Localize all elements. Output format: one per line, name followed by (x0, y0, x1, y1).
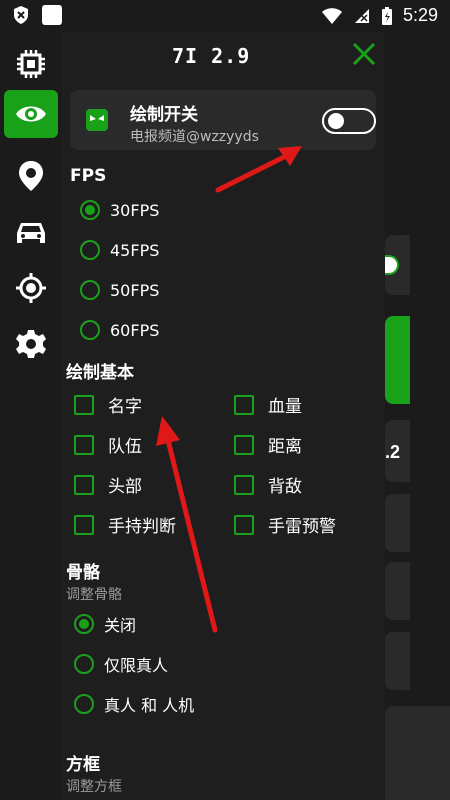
checkbox-label: 背敌 (268, 477, 302, 497)
check-health[interactable]: 血量 (234, 392, 302, 417)
fps-option-45[interactable]: 45FPS (80, 240, 159, 260)
checkbox[interactable] (74, 394, 94, 415)
eye-icon (16, 106, 46, 122)
checkbox[interactable] (234, 514, 254, 535)
peek-card (385, 562, 410, 620)
gear-icon (16, 330, 46, 358)
app-logo-icon (86, 109, 108, 131)
peek-card (385, 632, 410, 690)
radio-label: 真人 和 人机 (104, 696, 195, 715)
crosshair-icon (16, 273, 46, 303)
checkbox-label: 血量 (268, 397, 302, 417)
radio[interactable] (80, 320, 100, 340)
draw-toggle-subtitle: 电报频道@wzzyyds (130, 129, 259, 145)
radio-label: 50FPS (110, 280, 160, 300)
shield-icon (14, 6, 28, 24)
sidebar (0, 40, 62, 800)
radio-selected[interactable] (74, 614, 94, 634)
radio-selected[interactable] (80, 200, 100, 220)
notification-icon (42, 5, 62, 25)
radio[interactable] (80, 280, 100, 300)
check-grenade-warning[interactable]: 手雷预警 (234, 512, 336, 537)
checkbox-label: 手雷预警 (268, 517, 336, 537)
fps-heading: FPS (70, 166, 107, 186)
check-behind-enemy[interactable]: 背敌 (234, 472, 302, 497)
draw-basic-heading: 绘制基本 (66, 363, 134, 383)
checkbox[interactable] (74, 514, 94, 535)
radio[interactable] (74, 694, 94, 714)
sidebar-item-chip[interactable] (4, 40, 58, 88)
peek-text: .2 (385, 442, 401, 462)
radio-label: 45FPS (110, 240, 160, 260)
checkbox[interactable] (74, 434, 94, 455)
check-head[interactable]: 头部 (74, 472, 142, 497)
skeleton-option-players[interactable]: 仅限真人 (74, 652, 168, 676)
check-held-item[interactable]: 手持判断 (74, 512, 176, 537)
peek-card (385, 494, 410, 552)
peek-card (385, 706, 450, 800)
radio[interactable] (74, 654, 94, 674)
radio-label: 30FPS (110, 200, 160, 220)
signal-icon (354, 8, 369, 23)
check-team[interactable]: 队伍 (74, 432, 142, 457)
radio-label: 关闭 (104, 616, 137, 635)
status-bar: 5:29 (0, 0, 450, 32)
car-icon (17, 223, 45, 243)
wifi-icon (321, 7, 342, 24)
checkbox[interactable] (234, 394, 254, 415)
background-content: .2 (385, 0, 450, 800)
panel-title: 7I 2.9 (172, 44, 251, 68)
sidebar-item-aim[interactable] (4, 264, 58, 312)
checkbox-label: 队伍 (108, 437, 142, 457)
draw-toggle-title: 绘制开关 (130, 105, 198, 125)
checkbox-label: 头部 (108, 477, 142, 497)
chip-icon (17, 50, 45, 78)
check-distance[interactable]: 距离 (234, 432, 302, 457)
radio[interactable] (80, 240, 100, 260)
radio-label: 60FPS (110, 320, 160, 340)
checkbox[interactable] (234, 474, 254, 495)
peek-card: .2 (385, 420, 410, 482)
box-subtitle: 调整方框 (66, 779, 122, 795)
checkbox[interactable] (74, 474, 94, 495)
checkbox[interactable] (234, 434, 254, 455)
menu-panel: 7I 2.9 绘制开关 电报频道@wzzyyds FPS 30FPS 45FPS… (62, 32, 385, 800)
peek-button (385, 316, 410, 404)
check-name[interactable]: 名字 (74, 392, 142, 417)
checkbox-label: 手持判断 (108, 517, 176, 537)
checkbox-label: 距离 (268, 437, 302, 457)
toggle-knob (328, 113, 344, 129)
box-heading: 方框 (66, 755, 100, 775)
skeleton-option-all[interactable]: 真人 和 人机 (74, 692, 194, 716)
checkbox-label: 名字 (108, 397, 142, 417)
fps-option-50[interactable]: 50FPS (80, 280, 159, 300)
peek-card (385, 235, 410, 295)
location-icon (19, 161, 43, 191)
fps-option-30[interactable]: 30FPS (80, 200, 159, 220)
radio-label: 仅限真人 (104, 656, 169, 675)
skeleton-option-off[interactable]: 关闭 (74, 612, 136, 636)
sidebar-item-visual[interactable] (4, 90, 58, 138)
sidebar-item-location[interactable] (4, 152, 58, 200)
close-icon[interactable] (350, 40, 378, 68)
fps-option-60[interactable]: 60FPS (80, 320, 159, 340)
sidebar-item-settings[interactable] (4, 320, 58, 368)
draw-toggle-switch[interactable] (322, 108, 376, 134)
sidebar-item-vehicle[interactable] (4, 208, 58, 256)
skeleton-subtitle: 调整骨骼 (66, 587, 122, 603)
skeleton-heading: 骨骼 (66, 563, 100, 583)
draw-toggle-card: 绘制开关 电报频道@wzzyyds (70, 90, 376, 150)
